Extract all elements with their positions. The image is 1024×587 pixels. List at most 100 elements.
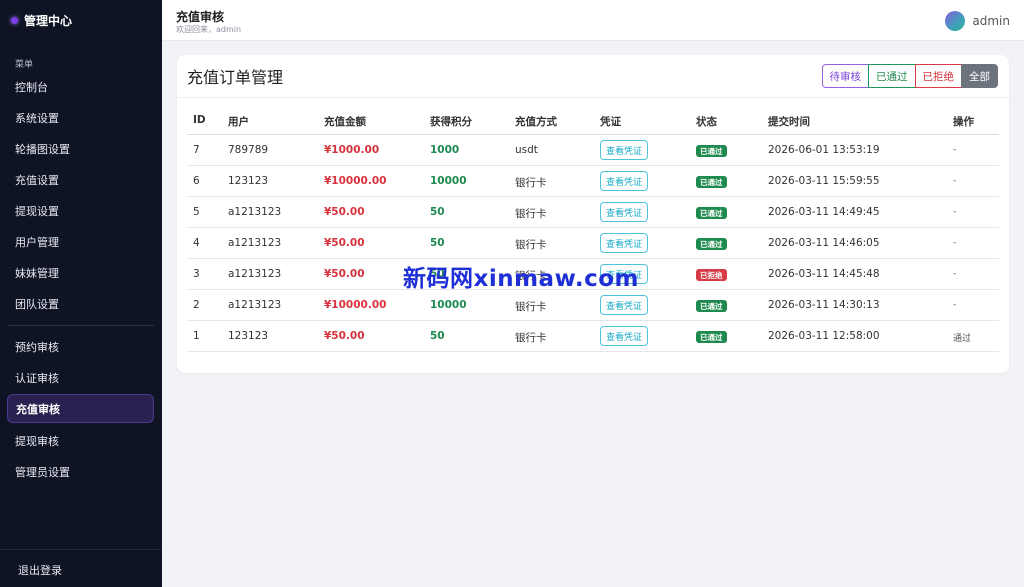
column-header-amount: 充值金额	[324, 116, 366, 128]
status-badge: 已通过	[696, 207, 727, 219]
nav-divider	[7, 325, 154, 326]
view-proof-button[interactable]: 查看凭证	[600, 233, 649, 253]
card-title: 充值订单管理	[187, 68, 284, 87]
recharge-orders-card: 充值订单管理 待审核 已通过 已拒绝 全部 ID 用户 充值金额 获得积分 充值…	[177, 55, 1009, 373]
cell-method: 银行卡	[515, 208, 547, 220]
status-badge: 已拒绝	[696, 269, 727, 281]
table-row: 6 123123 ¥10000.00 10000 银行卡 查看凭证 已通过 2026-03-1…	[187, 166, 999, 197]
sidebar-item-booking-review[interactable]: 预约审核	[7, 332, 154, 361]
cell-time: 2026-03-11 14:30:13	[768, 299, 880, 311]
column-header-time: 提交时间	[768, 116, 810, 128]
sidebar-item-withdraw-settings[interactable]: 提现设置	[7, 196, 154, 225]
menu-section-label: 菜单	[15, 60, 34, 70]
column-header-points: 获得积分	[430, 116, 472, 128]
cell-time: 2026-03-11 14:45:48	[768, 268, 880, 280]
view-proof-button[interactable]: 查看凭证	[600, 171, 649, 191]
sidebar-item-verification-review[interactable]: 认证审核	[7, 363, 154, 392]
cell-time: 2026-03-11 14:49:45	[768, 206, 880, 218]
action-link[interactable]: 通过	[953, 331, 971, 344]
sidebar-item-dashboard[interactable]: 控制台	[7, 72, 154, 101]
cell-method: 银行卡	[515, 270, 547, 282]
column-header-id: ID	[193, 114, 206, 126]
status-badge: 已通过	[696, 238, 727, 250]
sidebar-item-admin-settings[interactable]: 管理员设置	[7, 457, 154, 486]
logout-button[interactable]: 退出登录	[18, 562, 62, 578]
cell-method: 银行卡	[515, 301, 547, 313]
view-proof-button[interactable]: 查看凭证	[600, 264, 649, 284]
table-row: 7 789789 ¥1000.00 1000 usdt 查看凭证 已通过 2026-06-01…	[187, 135, 999, 166]
avatar[interactable]	[945, 11, 966, 31]
table-header: ID 用户 充值金额 获得积分 充值方式 凭证 状态 提交时间 操作	[187, 108, 999, 135]
cell-user: a1213123	[228, 237, 282, 249]
welcome-text: 欢迎回来，admin	[176, 25, 242, 34]
column-header-action: 操作	[953, 116, 974, 128]
column-header-method: 充值方式	[515, 116, 557, 128]
cell-points: 10000	[430, 299, 467, 311]
cell-time: 2026-03-11 12:58:00	[768, 330, 880, 342]
cell-method: usdt	[515, 144, 538, 156]
sidebar-item-system-settings[interactable]: 系统设置	[7, 103, 154, 132]
table-row: 5 a1213123 ¥50.00 50 银行卡 查看凭证 已通过 2026-03-11 14…	[187, 197, 999, 228]
column-header-user: 用户	[228, 116, 249, 128]
cell-amount: ¥50.00	[324, 268, 365, 280]
view-proof-button[interactable]: 查看凭证	[600, 295, 649, 315]
cell-amount: ¥50.00	[324, 237, 365, 249]
view-proof-button[interactable]: 查看凭证	[600, 140, 649, 160]
cell-action: -	[953, 176, 957, 186]
sidebar-item-recharge-review[interactable]: 充值审核	[7, 394, 154, 423]
table-row: 4 a1213123 ¥50.00 50 银行卡 查看凭证 已通过 2026-03-11 14…	[187, 228, 999, 259]
table-row: 3 a1213123 ¥50.00 50 银行卡 查看凭证 已拒绝 2026-03-11 14…	[187, 259, 999, 290]
cell-amount: ¥50.00	[324, 330, 365, 342]
sidebar-item-user-management[interactable]: 用户管理	[7, 227, 154, 256]
cell-amount: ¥1000.00	[324, 144, 380, 156]
cell-action: -	[953, 300, 957, 310]
cell-method: 银行卡	[515, 177, 547, 189]
brand[interactable]: 管理中心	[0, 0, 162, 40]
cell-method: 银行卡	[515, 239, 547, 251]
sidebar-item-withdraw-review[interactable]: 提现审核	[7, 426, 154, 455]
cell-id: 1	[193, 330, 200, 342]
filter-rejected-button[interactable]: 已拒绝	[914, 64, 962, 88]
sidebar-item-sister-management[interactable]: 妹妹管理	[7, 258, 154, 287]
card-divider	[177, 97, 1009, 98]
cell-time: 2026-03-11 14:46:05	[768, 237, 880, 249]
cell-amount: ¥50.00	[324, 206, 365, 218]
column-header-proof: 凭证	[600, 116, 621, 128]
logout-divider	[0, 549, 162, 550]
cell-action: -	[953, 145, 957, 155]
sidebar-item-recharge-settings[interactable]: 充值设置	[7, 165, 154, 194]
cell-points: 50	[430, 206, 445, 218]
user-menu[interactable]: admin	[945, 11, 1010, 31]
column-header-status: 状态	[696, 116, 717, 128]
username[interactable]: admin	[972, 14, 1010, 28]
filter-approved-button[interactable]: 已通过	[868, 64, 916, 88]
cell-amount: ¥10000.00	[324, 175, 387, 187]
cell-id: 3	[193, 268, 200, 280]
filter-pending-button[interactable]: 待审核	[821, 64, 869, 88]
cell-points: 50	[430, 330, 445, 342]
cell-points: 1000	[430, 144, 460, 156]
cell-id: 4	[193, 237, 200, 249]
status-badge: 已通过	[696, 176, 727, 188]
cell-user: 789789	[228, 144, 269, 156]
cell-user: a1213123	[228, 299, 282, 311]
filter-all-button[interactable]: 全部	[961, 64, 998, 88]
status-filter-group: 待审核 已通过 已拒绝 全部	[821, 64, 998, 88]
cell-id: 5	[193, 206, 200, 218]
cell-user: a1213123	[228, 268, 282, 280]
cell-id: 6	[193, 175, 200, 187]
table-row: 2 a1213123 ¥10000.00 10000 银行卡 查看凭证 已通过 2026-03…	[187, 290, 999, 321]
cell-action: -	[953, 269, 957, 279]
status-badge: 已通过	[696, 145, 727, 157]
brand-title: 管理中心	[24, 13, 73, 28]
view-proof-button[interactable]: 查看凭证	[600, 326, 649, 346]
sidebar-item-team-settings[interactable]: 团队设置	[7, 289, 154, 318]
sidebar: 管理中心 菜单 控制台 系统设置 轮播图设置 充值设置 提现设置 用户管理 妹妹…	[0, 0, 162, 587]
top-header: 充值审核 欢迎回来，admin admin	[162, 0, 1024, 41]
view-proof-button[interactable]: 查看凭证	[600, 202, 649, 222]
cell-user: a1213123	[228, 206, 282, 218]
sidebar-item-carousel-settings[interactable]: 轮播图设置	[7, 134, 154, 163]
cell-points: 50	[430, 268, 445, 280]
status-badge: 已通过	[696, 331, 727, 343]
cell-amount: ¥10000.00	[324, 299, 387, 311]
